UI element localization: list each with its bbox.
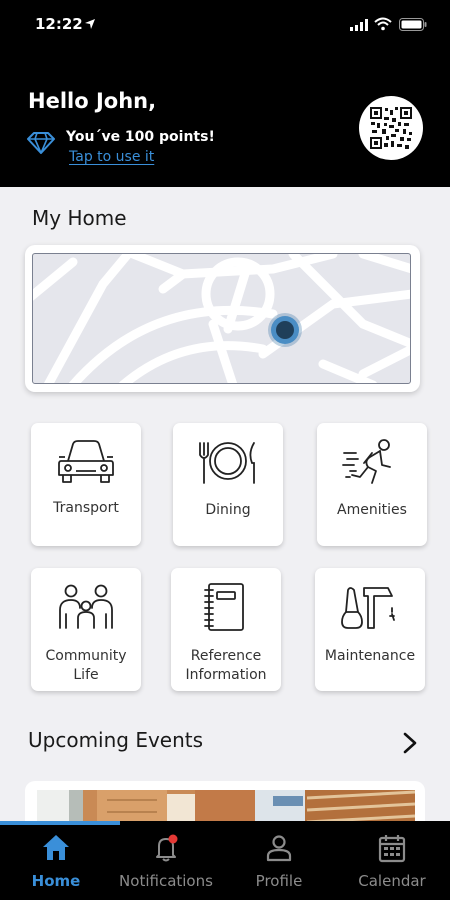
transport-label: Transport [53,500,119,516]
status-bar: 12:22 [0,0,450,50]
amenities-label: Amenities [337,502,407,518]
wifi-icon [374,17,392,31]
status-time: 12:22 [35,15,83,33]
tab-bar: Home Notifications Profile Calendar [0,821,450,900]
home-icon [43,835,69,860]
notebook-icon [204,583,244,631]
location-arrow-icon [85,19,95,29]
tab-profile[interactable]: Profile [223,821,335,900]
my-home-title: My Home [32,206,127,230]
family-icon [59,584,113,629]
dining-icon [199,442,255,484]
maintenance-label: Maintenance [324,648,416,664]
app-header: 12:22 Hello John, You´ve 100 points! Tap… [0,0,450,187]
amenities-tile[interactable]: Amenities [317,423,427,546]
tools-icon [341,587,395,629]
community-life-tile[interactable]: Community Life [31,568,141,691]
car-icon [58,440,114,483]
diamond-icon [27,132,55,154]
tab-notifications-label: Notifications [119,872,213,890]
tap-to-use-link[interactable]: Tap to use it [69,149,154,165]
points-text: You´ve 100 points! [66,129,215,145]
running-icon [342,439,391,484]
chevron-right-icon[interactable] [400,731,420,755]
tab-calendar-label: Calendar [358,872,426,890]
qr-code-icon [370,107,412,149]
battery-icon [399,18,427,31]
greeting: Hello John, [28,89,157,113]
tab-notifications[interactable]: Notifications [110,821,222,900]
calendar-icon [378,835,406,863]
signal-icon [350,19,368,31]
bell-icon [156,834,178,862]
maintenance-tile[interactable]: Maintenance [315,568,425,691]
person-icon [266,835,292,862]
map-roads [33,254,410,383]
notification-badge [168,834,178,844]
dining-label: Dining [205,502,251,518]
reference-information-tile[interactable]: Reference Information [171,568,281,691]
upcoming-events-title: Upcoming Events [28,728,204,752]
community-life-label: Community Life [45,648,127,683]
transport-tile[interactable]: Transport [31,423,141,546]
tab-home[interactable]: Home [0,821,112,900]
tab-calendar[interactable]: Calendar [336,821,448,900]
tab-home-label: Home [31,872,81,890]
map-view[interactable] [32,253,411,384]
qr-code-button[interactable] [359,96,423,160]
tab-profile-label: Profile [255,872,303,890]
dining-tile[interactable]: Dining [173,423,283,546]
reference-information-label: Reference Information [185,648,267,683]
map-card[interactable] [25,245,420,392]
